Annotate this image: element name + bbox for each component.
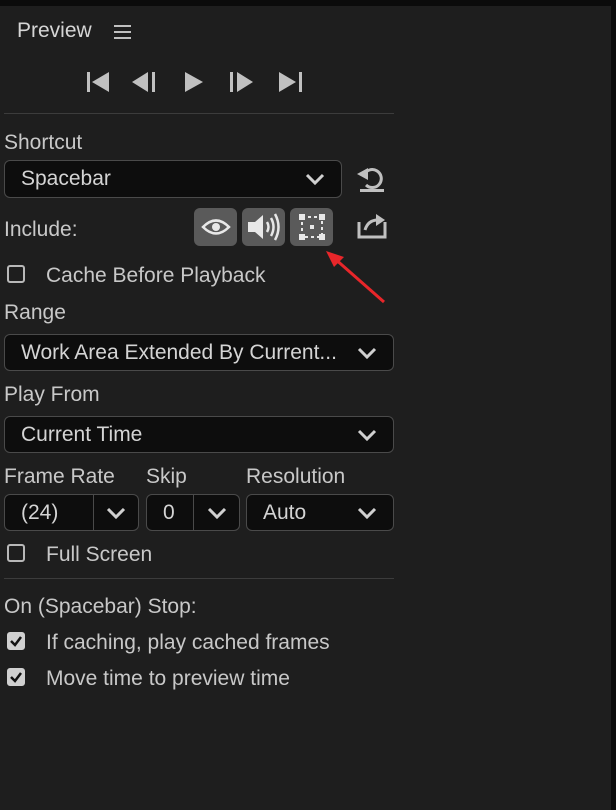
previous-frame-icon[interactable] — [131, 71, 157, 93]
window-top-border — [0, 0, 616, 6]
audio-toggle[interactable] — [242, 208, 285, 246]
range-label: Range — [4, 301, 66, 324]
range-dropdown[interactable]: Work Area Extended By Current... — [4, 334, 394, 371]
next-frame-icon[interactable] — [229, 71, 255, 93]
last-frame-icon[interactable] — [278, 71, 304, 93]
export-share-icon[interactable] — [356, 212, 388, 240]
cache-before-playback-checkbox[interactable] — [7, 265, 25, 283]
skip-label: Skip — [146, 465, 187, 488]
play-from-value: Current Time — [21, 422, 143, 446]
resolution-value: Auto — [263, 500, 307, 524]
resolution-dropdown[interactable]: Auto — [246, 494, 394, 531]
play-from-dropdown[interactable]: Current Time — [4, 416, 394, 453]
annotation-arrow — [326, 251, 385, 304]
audio-speaker-icon — [247, 213, 280, 241]
move-time-checkbox[interactable] — [7, 668, 25, 686]
chevron-down-icon — [357, 507, 377, 519]
chevron-down-icon — [357, 347, 377, 359]
panel-title: Preview — [17, 19, 92, 42]
shortcut-label: Shortcut — [4, 131, 83, 154]
frame-rate-label: Frame Rate — [4, 465, 115, 488]
first-frame-icon[interactable] — [86, 71, 110, 93]
frame-rate-value: (24) — [21, 500, 59, 524]
frame-rate-dropdown[interactable]: (24) — [4, 494, 139, 531]
shortcut-dropdown[interactable]: Spacebar — [4, 160, 342, 198]
checkmark-icon — [10, 636, 22, 647]
chevron-down-icon — [357, 429, 377, 441]
reset-icon[interactable] — [356, 165, 386, 193]
divider — [4, 578, 394, 579]
chevron-down-icon — [305, 173, 325, 185]
chevron-down-icon — [106, 507, 126, 519]
hamburger-menu-icon[interactable] — [114, 25, 131, 39]
play-cached-frames-checkbox[interactable] — [7, 632, 25, 650]
overlays-layer-controls-icon — [298, 214, 325, 240]
full-screen-checkbox[interactable] — [7, 544, 25, 562]
skip-dropdown[interactable]: 0 — [146, 494, 240, 531]
dropdown-split — [193, 495, 194, 530]
video-toggle[interactable] — [194, 208, 237, 246]
range-value: Work Area Extended By Current... — [21, 340, 337, 364]
resolution-label: Resolution — [246, 465, 346, 488]
checkmark-icon — [10, 672, 22, 683]
cache-before-playback-label: Cache Before Playback — [46, 264, 266, 287]
full-screen-label: Full Screen — [46, 543, 153, 566]
chevron-down-icon — [207, 507, 227, 519]
on-stop-label: On (Spacebar) Stop: — [4, 595, 197, 618]
video-eye-icon — [200, 219, 231, 235]
dropdown-split — [93, 495, 94, 530]
play-icon[interactable] — [183, 71, 205, 93]
play-cached-frames-label: If caching, play cached frames — [46, 631, 330, 654]
move-time-label: Move time to preview time — [46, 667, 290, 690]
window-right-border — [611, 0, 616, 810]
play-from-label: Play From — [4, 383, 100, 406]
skip-value: 0 — [163, 500, 175, 524]
shortcut-value: Spacebar — [21, 167, 111, 190]
include-label: Include: — [4, 218, 78, 241]
divider — [4, 113, 394, 114]
overlays-toggle[interactable] — [290, 208, 333, 246]
